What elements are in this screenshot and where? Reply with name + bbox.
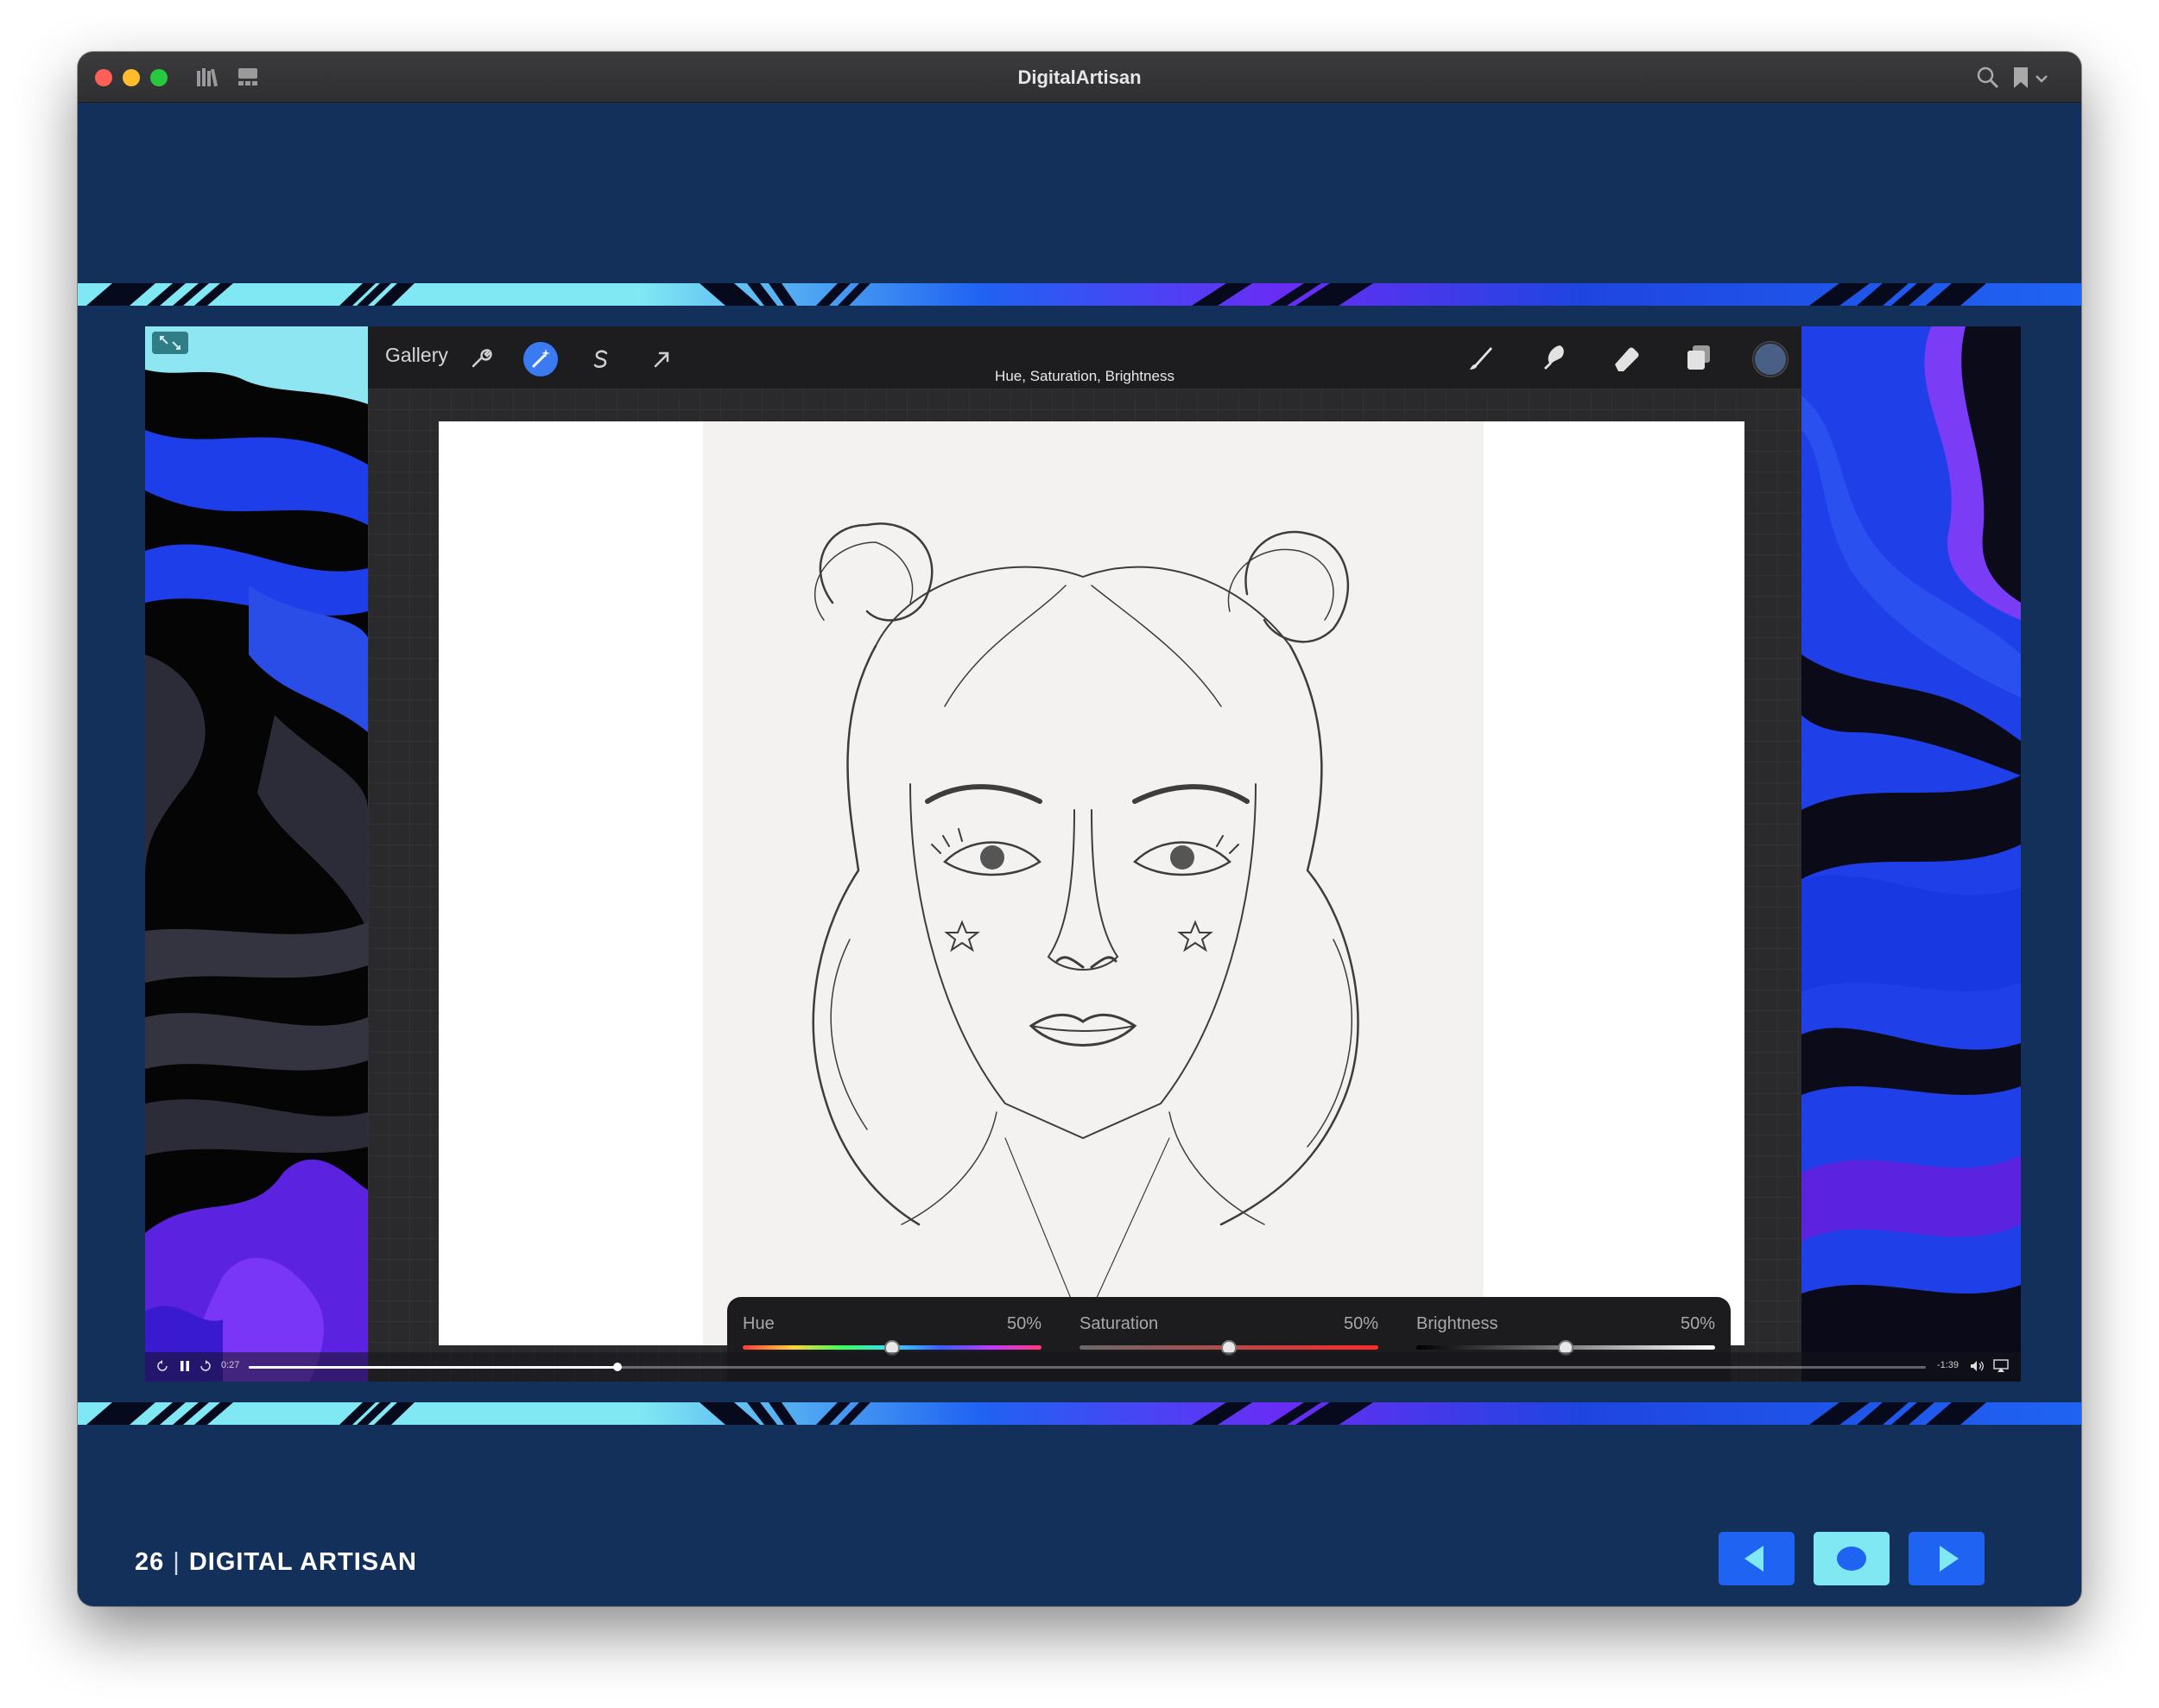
- elapsed-time: 0:27: [221, 1360, 240, 1370]
- video-progress-fill: [249, 1366, 618, 1369]
- decorative-band-bottom: [78, 1402, 2081, 1425]
- decorative-band-top: [78, 283, 2081, 306]
- video-progress-bar[interactable]: [249, 1363, 1926, 1371]
- footer-separator: |: [173, 1548, 180, 1576]
- hue-label: Hue: [743, 1314, 775, 1333]
- window-title: DigitalArtisan: [1017, 66, 1142, 88]
- remaining-time: -1:39: [1936, 1360, 1959, 1370]
- search-icon[interactable]: [1976, 66, 2000, 94]
- airplay-icon[interactable]: [1993, 1359, 2009, 1377]
- bookmark-icon[interactable]: [2010, 66, 2055, 94]
- video-player[interactable]: Gallery Hue, Saturation, Brightness Hue …: [145, 326, 2021, 1382]
- brightness-label: Brightness: [1416, 1314, 1498, 1333]
- saturation-value: 50%: [1343, 1314, 1378, 1333]
- previous-arrow-icon: [1744, 1546, 1763, 1572]
- left-abstract-art: [145, 326, 368, 1382]
- right-abstract-art: [1801, 326, 2021, 1382]
- app-toolbar: Gallery Hue, Saturation, Brightness: [368, 326, 1801, 389]
- home-button[interactable]: [1814, 1532, 1890, 1585]
- previous-page-button[interactable]: [1719, 1532, 1795, 1585]
- pencil-sketch-image: [703, 421, 1484, 1345]
- video-controls: 0:27 -1:39: [145, 1352, 2021, 1382]
- video-progress-knob[interactable]: [613, 1363, 623, 1371]
- hue-value: 50%: [1006, 1314, 1042, 1333]
- saturation-label: Saturation: [1080, 1314, 1159, 1333]
- expand-video-icon[interactable]: [152, 332, 188, 354]
- publication-name: DIGITAL ARTISAN: [188, 1548, 417, 1576]
- brightness-value: 50%: [1680, 1314, 1715, 1333]
- page-footer: 26 | DIGITAL ARTISAN: [135, 1548, 417, 1577]
- volume-icon[interactable]: [1969, 1359, 1985, 1377]
- drawing-canvas[interactable]: [439, 421, 1744, 1345]
- next-arrow-icon: [1940, 1546, 1959, 1572]
- forward-icon[interactable]: [199, 1359, 212, 1377]
- rewind-icon[interactable]: [155, 1359, 169, 1377]
- next-page-button[interactable]: [1909, 1532, 1985, 1585]
- title-bar: DigitalArtisan: [78, 52, 2081, 103]
- page-number: 26: [135, 1548, 165, 1576]
- adjustment-title: Hue, Saturation, Brightness: [995, 368, 1174, 384]
- gallery-button[interactable]: Gallery: [385, 344, 448, 367]
- drawing-app: Gallery Hue, Saturation, Brightness Hue …: [368, 326, 1801, 1382]
- app-window: DigitalArtisan Gallery Hue, Saturation, …: [78, 52, 2081, 1606]
- home-dot-icon: [1837, 1547, 1866, 1571]
- pause-icon[interactable]: [178, 1359, 192, 1377]
